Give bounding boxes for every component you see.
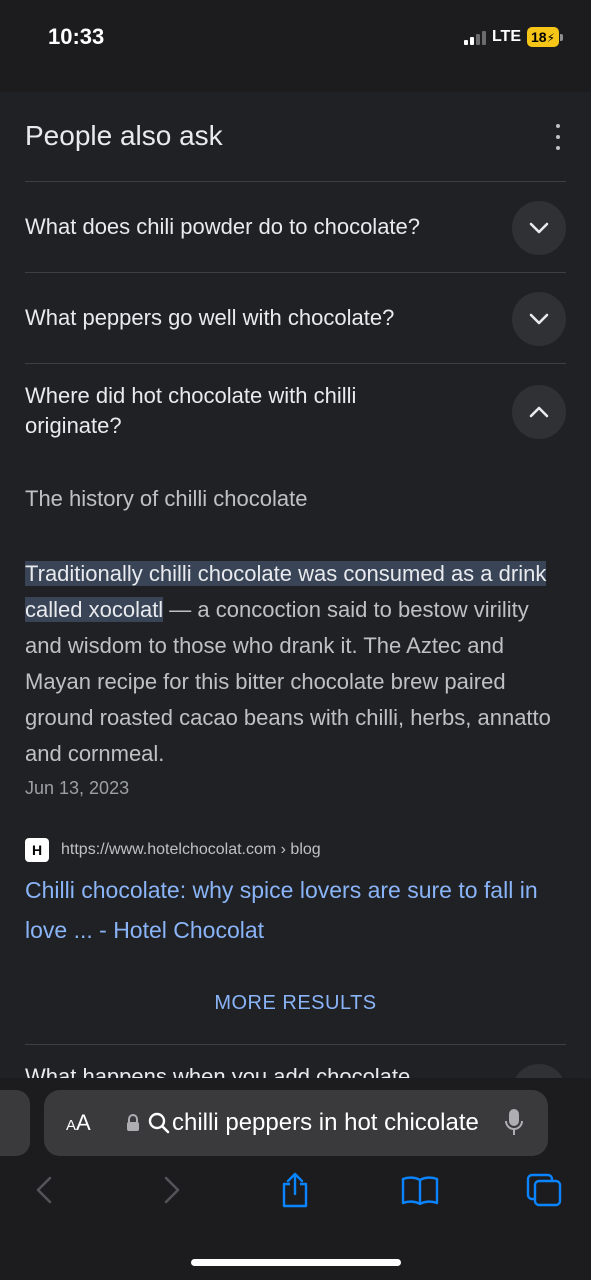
source-row[interactable]: H https://www.hotelchocolat.com › blog [25, 838, 321, 862]
search-query[interactable]: chilli peppers in hot chicolate [172, 1109, 487, 1137]
battery-icon: 18⚡ [526, 27, 563, 47]
question-2[interactable]: What peppers go well with chocolate? [25, 303, 495, 333]
bookmarks-button[interactable] [400, 1170, 440, 1210]
microphone-icon[interactable] [504, 1108, 524, 1138]
back-icon [36, 1176, 52, 1204]
share-button[interactable] [275, 1170, 315, 1210]
address-bar[interactable]: AA chilli peppers in hot chicolate [44, 1090, 548, 1156]
browser-toolbar: AA chilli peppers in hot chicolate [0, 1078, 591, 1280]
expand-question-1-button[interactable] [512, 201, 566, 255]
divider [25, 363, 566, 364]
search-icon [148, 1112, 170, 1134]
tabs-button[interactable] [524, 1170, 564, 1210]
answer-heading: The history of chilli chocolate [25, 486, 308, 511]
question-1[interactable]: What does chili powder do to chocolate? [25, 212, 495, 242]
battery-level: 18⚡ [526, 27, 559, 47]
divider [25, 181, 566, 182]
source-title-link[interactable]: Chilli chocolate: why spice lovers are s… [25, 870, 570, 950]
more-results-button[interactable]: MORE RESULTS [0, 992, 591, 1015]
site-favicon: H [25, 838, 49, 862]
chevron-down-icon [529, 313, 549, 325]
people-also-ask-card: People also ask What does chili powder d… [0, 92, 591, 1080]
collapse-question-3-button[interactable] [512, 385, 566, 439]
chevron-down-icon [529, 222, 549, 234]
answer-date: Jun 13, 2023 [25, 778, 130, 798]
forward-button[interactable] [152, 1170, 192, 1210]
forward-icon [164, 1176, 180, 1204]
tabs-icon [526, 1173, 562, 1207]
navigation-bar [0, 1170, 591, 1220]
status-indicators: LTE 18⚡ [463, 27, 563, 47]
share-icon [282, 1172, 308, 1208]
bookmarks-icon [401, 1176, 439, 1205]
expand-question-2-button[interactable] [512, 292, 566, 346]
reader-options-button[interactable]: AA [66, 1110, 91, 1136]
previous-tab-preview[interactable] [0, 1090, 30, 1156]
answer-text: — a concoction said to bestow virility a… [25, 597, 551, 766]
status-bar: 10:33 LTE 18⚡ [0, 0, 591, 92]
more-options-icon[interactable] [548, 124, 568, 150]
back-button[interactable] [24, 1170, 64, 1210]
chevron-up-icon [529, 406, 549, 418]
clock: 10:33 [48, 24, 105, 49]
section-title: People also ask [25, 120, 223, 151]
answer-snippet: Traditionally chilli chocolate was consu… [25, 556, 565, 772]
source-url[interactable]: https://www.hotelchocolat.com › blog [61, 841, 321, 859]
home-indicator[interactable] [191, 1259, 401, 1266]
network-type: LTE [491, 28, 521, 45]
divider [25, 272, 566, 273]
divider [25, 1044, 566, 1045]
signal-icon [463, 29, 486, 45]
lock-icon [127, 1114, 139, 1131]
question-3[interactable]: Where did hot chocolate with chilli orig… [25, 381, 445, 441]
